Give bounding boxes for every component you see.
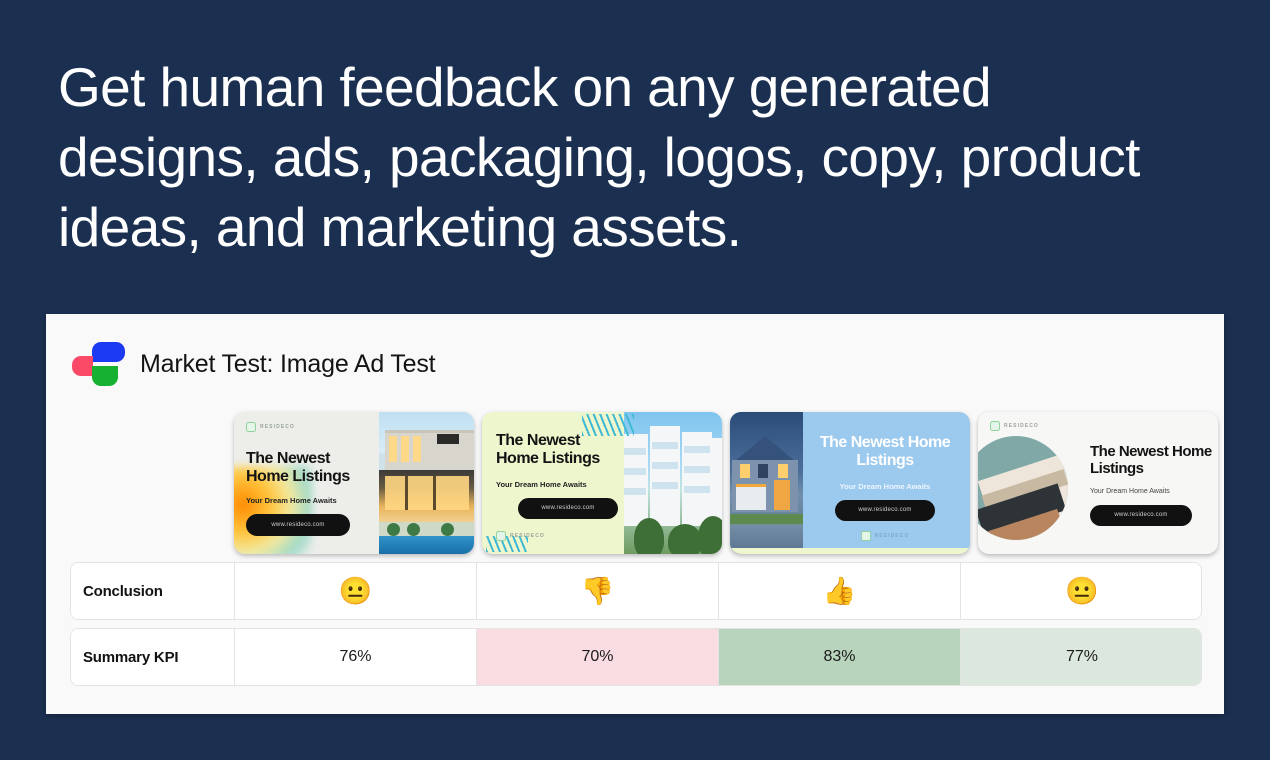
- resideco-mark-icon: [496, 530, 506, 541]
- resideco-mark-icon: [860, 530, 871, 541]
- ad-4-brand-name: RESIDECO: [1004, 423, 1039, 429]
- ad-variants-row: RESIDECO The Newest Home Listings Your D…: [234, 412, 1218, 554]
- ad-3-brand-name: RESIDECO: [874, 532, 910, 539]
- panel-header: Market Test: Image Ad Test: [70, 340, 436, 388]
- table-row-summary-kpi: Summary KPI 76% 70% 83% 77%: [70, 628, 1202, 686]
- row-label-summary-kpi: Summary KPI: [71, 629, 235, 685]
- ad-card-4[interactable]: RESIDECO The Newest Home Listings Your D…: [978, 412, 1218, 554]
- ad-4-headline: The Newest Home Listings: [1090, 443, 1212, 477]
- kpi-cell-1: 76%: [235, 629, 477, 685]
- ad-1-brand: RESIDECO: [246, 422, 374, 432]
- ad-1-subhead: Your Dream Home Awaits: [246, 495, 337, 505]
- ad-2-cta-button[interactable]: www.resideco.com: [518, 497, 618, 519]
- market-test-panel: Market Test: Image Ad Test RESIDECO The …: [46, 314, 1224, 714]
- ad-card-3[interactable]: The Newest Home Listings Your Dream Home…: [730, 412, 970, 554]
- ad-2-photo: [624, 412, 722, 554]
- brand-logo-icon: [70, 340, 128, 388]
- logo-block-green: [92, 366, 118, 386]
- table-row-conclusion: Conclusion 😐 👎 👍 😐: [70, 562, 1202, 620]
- ad-2-subhead: Your Dream Home Awaits: [496, 479, 587, 489]
- resideco-mark-icon: [246, 422, 256, 432]
- ad-3-headline: The Newest Home Listings: [819, 434, 951, 469]
- logo-block-pink: [72, 356, 93, 376]
- ad-2-brand: RESIDECO: [496, 530, 624, 541]
- ad-2-headline: The Newest Home Listings: [496, 432, 600, 467]
- ad-1-photo: [379, 412, 474, 554]
- ad-3-photo: [730, 412, 803, 554]
- results-table: Conclusion 😐 👎 👍 😐 Summary KPI 76% 70% 8…: [70, 562, 1202, 694]
- neutral-face-emoji: 😐: [338, 575, 373, 606]
- neutral-face-emoji: 😐: [1065, 575, 1099, 606]
- conclusion-cell-1: 😐: [235, 563, 477, 619]
- ad-3-cta-button[interactable]: www.resideco.com: [835, 499, 935, 521]
- ad-1-cta-button[interactable]: www.resideco.com: [246, 513, 350, 536]
- conclusion-cell-4: 😐: [961, 563, 1201, 619]
- logo-block-blue: [92, 342, 125, 362]
- kpi-cell-4: 77%: [961, 629, 1201, 685]
- resideco-mark-icon: [990, 421, 1000, 431]
- ad-card-2[interactable]: The Newest Home Listings Your Dream Home…: [482, 412, 722, 554]
- conclusion-cell-3: 👍: [719, 563, 961, 619]
- kpi-cell-2: 70%: [477, 629, 719, 685]
- page-headline: Get human feedback on any generated desi…: [58, 56, 1155, 258]
- ad-4-photo: [978, 436, 1068, 540]
- thumbs-down-emoji: 👎: [580, 575, 615, 606]
- kpi-cell-3: 83%: [719, 629, 961, 685]
- ad-card-1[interactable]: RESIDECO The Newest Home Listings Your D…: [234, 412, 474, 554]
- ad-2-brand-name: RESIDECO: [510, 532, 545, 539]
- ad-1-headline: The Newest Home Listings: [246, 450, 350, 485]
- conclusion-cell-2: 👎: [477, 563, 719, 619]
- ad-4-subhead: Your Dream Home Awaits: [1090, 487, 1170, 495]
- ad-3-brand: RESIDECO: [810, 530, 960, 541]
- ad-3-subhead: Your Dream Home Awaits: [839, 481, 931, 491]
- ad-4-brand: RESIDECO: [990, 421, 1039, 431]
- ad-4-cta-button[interactable]: www.resideco.com: [1090, 504, 1192, 526]
- panel-title: Market Test: Image Ad Test: [140, 349, 436, 378]
- ad-1-brand-name: RESIDECO: [260, 424, 295, 430]
- thumbs-up-emoji: 👍: [822, 575, 857, 606]
- row-label-conclusion: Conclusion: [71, 563, 235, 619]
